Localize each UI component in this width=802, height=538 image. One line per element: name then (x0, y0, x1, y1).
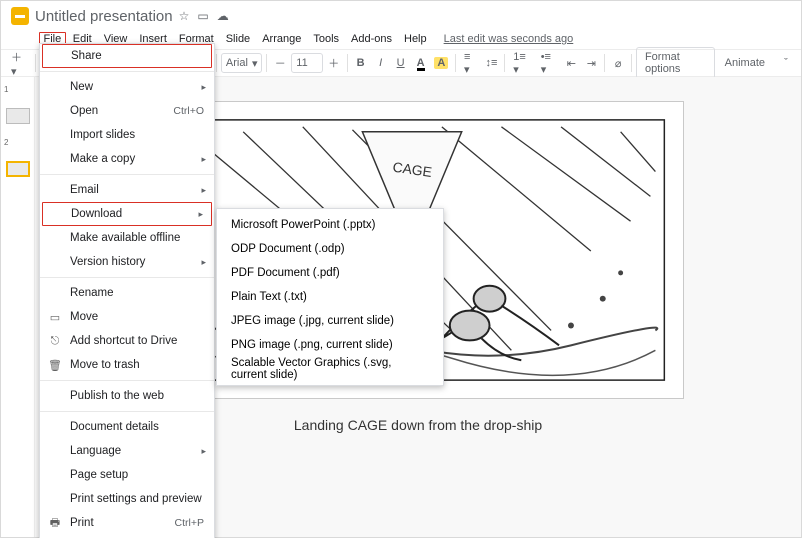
file-open[interactable]: OpenCtrl+O (40, 99, 214, 123)
menu-slide[interactable]: Slide (221, 31, 255, 47)
underline-button[interactable]: U (392, 54, 410, 72)
title-bar: Untitled presentation ☆ ▭ ☁ (1, 1, 801, 29)
menu-arrange[interactable]: Arrange (257, 31, 306, 47)
text-color-button[interactable]: A (412, 54, 430, 72)
line-spacing-button[interactable]: ↕≡ (482, 54, 500, 72)
new-slide-button[interactable]: ＋ ▾ (7, 46, 31, 81)
increase-indent-button[interactable]: ⇥ (582, 54, 600, 73)
file-offline[interactable]: Make available offline (40, 226, 214, 250)
download-jpg[interactable]: JPEG image (.jpg, current slide) (217, 309, 443, 333)
download-submenu: Microsoft PowerPoint (.pptx) ODP Documen… (216, 208, 444, 386)
file-share[interactable]: Share (42, 44, 212, 68)
file-add-shortcut[interactable]: ⎋Add shortcut to Drive (40, 329, 214, 353)
download-pptx[interactable]: Microsoft PowerPoint (.pptx) (217, 213, 443, 237)
file-language[interactable]: Language▸ (40, 439, 214, 463)
chevron-right-icon: ▸ (201, 82, 206, 93)
chevron-right-icon: ▸ (201, 257, 206, 268)
menu-addons[interactable]: Add-ons (346, 31, 397, 47)
slide-caption[interactable]: Landing CAGE down from the drop-ship (294, 417, 542, 433)
chevron-right-icon: ▸ (201, 154, 206, 165)
document-title[interactable]: Untitled presentation (35, 8, 173, 25)
file-download[interactable]: Download▸ (42, 202, 212, 226)
file-print[interactable]: 🖶PrintCtrl+P (40, 511, 214, 535)
font-picker[interactable]: Arial ▾ (221, 53, 263, 73)
trash-icon: 🗑 (48, 359, 62, 372)
slide-thumbnail-2[interactable] (6, 161, 30, 177)
star-icon[interactable]: ☆ (179, 9, 190, 23)
download-txt[interactable]: Plain Text (.txt) (217, 285, 443, 309)
download-png[interactable]: PNG image (.png, current slide) (217, 333, 443, 357)
chevron-right-icon: ▸ (198, 209, 203, 220)
move-folder-icon[interactable]: ▭ (197, 9, 208, 23)
chevron-right-icon: ▸ (201, 446, 206, 457)
printer-icon: 🖶 (48, 514, 62, 533)
cloud-status-icon: ☁ (217, 9, 229, 23)
last-edit-link[interactable]: Last edit was seconds ago (444, 33, 574, 45)
drive-shortcut-icon: ⎋ (48, 335, 62, 348)
font-size-increase[interactable]: ＋ (325, 52, 343, 74)
align-button[interactable]: ≡ ▾ (460, 48, 480, 79)
file-new[interactable]: New▸ (40, 75, 214, 99)
slide-thumbnail-1[interactable] (6, 108, 30, 124)
file-publish-web[interactable]: Publish to the web (40, 384, 214, 408)
decrease-indent-button[interactable]: ⇤ (562, 54, 580, 73)
download-odp[interactable]: ODP Document (.odp) (217, 237, 443, 261)
slide-filmstrip: 1 2 (1, 77, 35, 537)
file-version-history[interactable]: Version history▸ (40, 250, 214, 274)
download-svg[interactable]: Scalable Vector Graphics (.svg, current … (217, 357, 443, 381)
highlight-button[interactable]: A (432, 54, 452, 72)
bulleted-list-button[interactable]: •≡ ▾ (537, 48, 561, 79)
chevron-right-icon: ▸ (201, 185, 206, 196)
file-move-to-trash[interactable]: 🗑Move to trash (40, 353, 214, 377)
animate-button[interactable]: Animate (717, 54, 773, 72)
collapse-toolbar-icon[interactable]: ˇ (777, 54, 795, 72)
font-size-field[interactable]: 11 (291, 53, 323, 73)
menu-tools[interactable]: Tools (308, 31, 344, 47)
numbered-list-button[interactable]: 1≡ ▾ (509, 48, 534, 79)
file-document-details[interactable]: Document details (40, 415, 214, 439)
thumb-number-2: 2 (4, 138, 8, 147)
file-page-setup[interactable]: Page setup (40, 463, 214, 487)
font-size-decrease[interactable]: － (271, 52, 289, 74)
thumb-number-1: 1 (4, 85, 8, 94)
file-email[interactable]: Email▸ (40, 178, 214, 202)
font-name: Arial (226, 57, 248, 69)
italic-button[interactable]: I (372, 54, 390, 72)
file-make-copy[interactable]: Make a copy▸ (40, 147, 214, 171)
bold-button[interactable]: B (352, 54, 370, 72)
file-move[interactable]: ▭Move (40, 305, 214, 329)
file-import-slides[interactable]: Import slides (40, 123, 214, 147)
file-menu-dropdown: Share New▸ OpenCtrl+O Import slides Make… (39, 43, 215, 538)
clear-formatting-button[interactable]: ⌀ (609, 54, 627, 73)
file-rename[interactable]: Rename (40, 281, 214, 305)
format-options-button[interactable]: Format options (636, 47, 715, 79)
download-pdf[interactable]: PDF Document (.pdf) (217, 261, 443, 285)
file-print-settings[interactable]: Print settings and preview (40, 487, 214, 511)
slides-logo[interactable] (11, 7, 29, 25)
chevron-down-icon: ▾ (252, 57, 258, 70)
folder-move-icon: ▭ (48, 311, 62, 324)
menu-help[interactable]: Help (399, 31, 432, 47)
